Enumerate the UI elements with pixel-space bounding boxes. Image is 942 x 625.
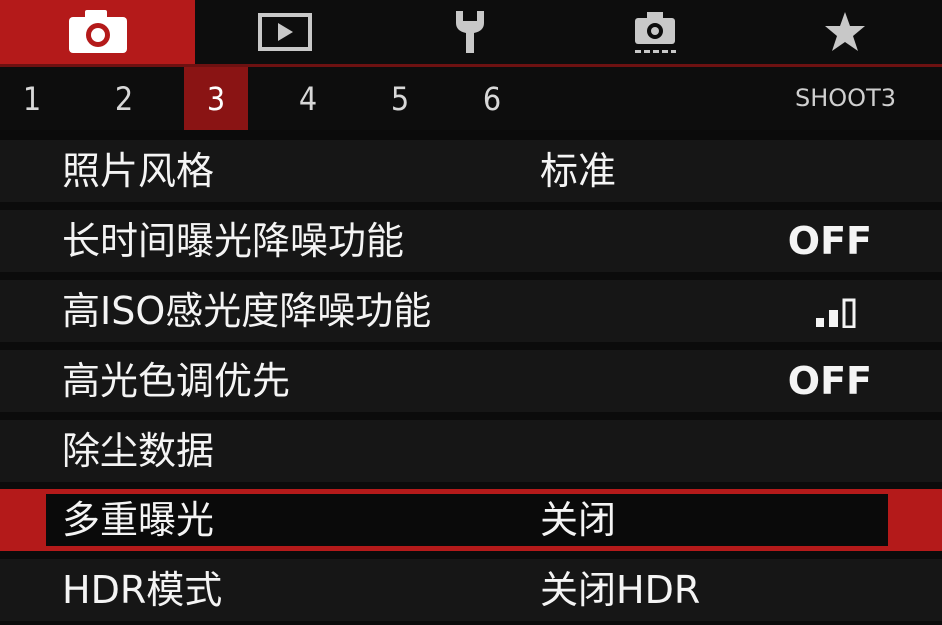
menu-item-value: OFF bbox=[787, 219, 872, 263]
menu-item-high-iso-nr[interactable]: 高ISO感光度降噪功能 bbox=[0, 280, 942, 342]
menu-item-label: 多重曝光 bbox=[62, 498, 215, 542]
playback-icon bbox=[258, 13, 312, 51]
menu-item-value: 标准 bbox=[540, 149, 617, 193]
menu-item-label: 长时间曝光降噪功能 bbox=[62, 219, 405, 263]
page-tab-6[interactable]: 6 bbox=[460, 67, 524, 130]
camera-icon bbox=[68, 10, 127, 53]
menu-item-picture-style[interactable]: 照片风格 标准 bbox=[0, 140, 942, 202]
menu-item-value: 关闭HDR bbox=[540, 568, 701, 612]
star-icon bbox=[825, 12, 865, 51]
tab-playback[interactable] bbox=[230, 0, 340, 64]
menu-item-value: 关闭 bbox=[540, 498, 617, 542]
tab-my-menu[interactable] bbox=[795, 0, 895, 64]
page-tab-5[interactable]: 5 bbox=[368, 67, 432, 130]
menu-item-hdr-mode[interactable]: HDR模式 关闭HDR bbox=[0, 559, 942, 621]
menu-item-multiple-exposure[interactable]: 多重曝光 关闭 bbox=[0, 489, 942, 551]
menu-item-highlight-tone-priority[interactable]: 高光色调优先 OFF bbox=[0, 350, 942, 412]
page-tab-2[interactable]: 2 bbox=[92, 67, 156, 130]
menu-item-label: 除尘数据 bbox=[62, 429, 215, 473]
menu-item-value: OFF bbox=[787, 359, 872, 403]
noise-reduction-level-icon bbox=[816, 298, 856, 328]
category-tab-bar bbox=[0, 0, 942, 67]
tab-setup[interactable] bbox=[420, 0, 520, 64]
tab-shooting[interactable] bbox=[0, 0, 195, 64]
menu-item-label: 照片风格 bbox=[62, 149, 215, 193]
menu-item-dust-delete-data[interactable]: 除尘数据 bbox=[0, 420, 942, 482]
menu-item-long-exposure-nr[interactable]: 长时间曝光降噪功能 OFF bbox=[0, 210, 942, 272]
menu-item-label: 高ISO感光度降噪功能 bbox=[62, 289, 432, 333]
page-tab-1[interactable]: 1 bbox=[0, 67, 64, 130]
page-tab-3[interactable]: 3 bbox=[184, 67, 248, 130]
menu-item-label: HDR模式 bbox=[62, 568, 223, 612]
page-id-label: SHOOT3 bbox=[795, 84, 896, 112]
tab-custom-functions[interactable] bbox=[605, 0, 705, 64]
wrench-icon bbox=[456, 11, 484, 53]
custom-camera-icon bbox=[635, 12, 676, 53]
page-tab-4[interactable]: 4 bbox=[276, 67, 340, 130]
menu-item-label: 高光色调优先 bbox=[62, 359, 291, 403]
